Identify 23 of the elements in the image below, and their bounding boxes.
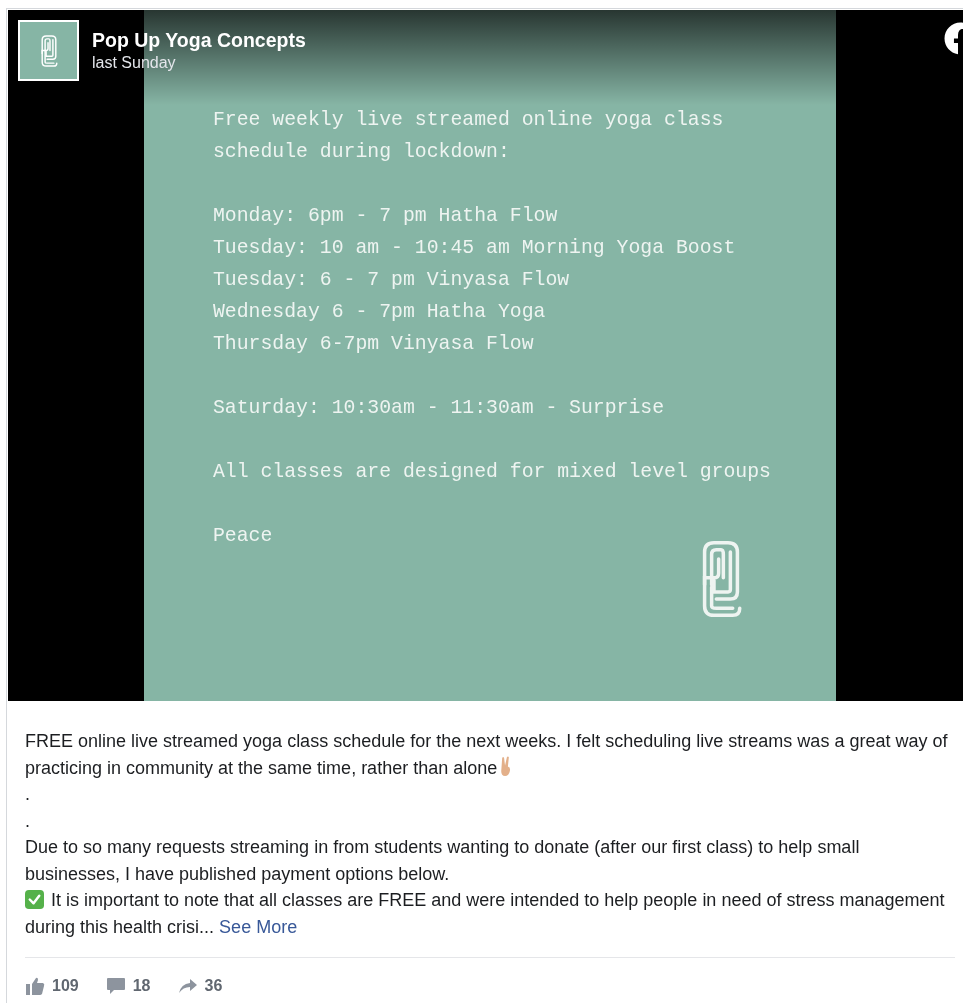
action-count: 109 — [52, 976, 79, 996]
poster-text: Thursday 6-7pm Vinyasa Flow — [213, 332, 535, 357]
action-count: 36 — [204, 976, 223, 996]
poster-text: Peace — [213, 524, 274, 549]
check-mark-icon — [25, 890, 44, 909]
thumbs-up-icon — [25, 976, 45, 997]
action-count: 18 — [132, 976, 151, 996]
post-text: It is important to note that all classes are FREE and were intended to help people in need of stress management during this health crisi... See More — [25, 889, 946, 939]
poster-text: Wednesday 6 - 7pm Hatha Yoga — [213, 300, 547, 325]
page-name[interactable]: Pop Up Yoga Concepts — [92, 27, 306, 52]
speech-bubble-icon — [105, 976, 126, 997]
poster-text: Tuesday: 6 - 7 pm Vinyasa Flow — [213, 268, 571, 293]
poster-text: Tuesday: 10 am - 10:45 am Morning Yoga Boost — [213, 236, 737, 261]
poster-text: All classes are designed for mixed level groups — [213, 460, 772, 485]
post-text: . — [25, 809, 31, 833]
poster-text: Free weekly live streamed online yoga class schedule during lockdown: — [213, 108, 725, 165]
poster-text: Monday: 6pm - 7 pm Hatha Flow — [213, 204, 559, 229]
poster-text: Saturday: 10:30am - 11:30am - Surprise — [213, 396, 666, 421]
post-text: . — [25, 783, 31, 806]
see-more-link[interactable]: See More — [219, 916, 298, 937]
logo-icon — [38, 33, 59, 68]
post-text: Due to so many requests streaming in from students wanting to donate (after our first class) to help small businesses, I have published payment options below. — [25, 836, 861, 886]
post-text: FREE online live streamed yoga class schedule for the next weeks. I felt scheduling live streams was a great way of practicing in community at the same time, rather than alone — [25, 730, 949, 780]
